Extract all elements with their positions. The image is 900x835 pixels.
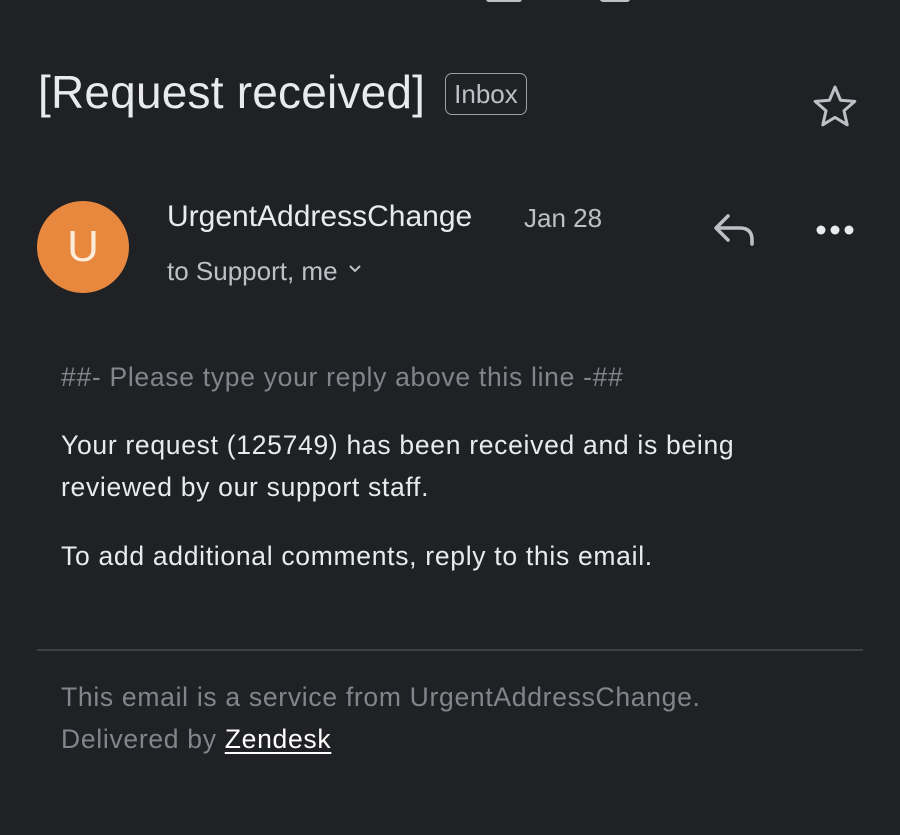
body-paragraph-1-line-1: Your request (125749) has been received … [61,430,735,460]
subject-row: [Request received] Inbox [38,62,527,122]
footer-delivered-prefix: Delivered by [61,724,225,754]
footer-service-text: This email is a service from UrgentAddre… [61,682,701,712]
email-subject: [Request received] [38,66,426,118]
recipients-toggle[interactable]: to Support, me [167,254,362,288]
star-icon[interactable] [811,82,859,130]
more-options-icon[interactable] [810,212,860,248]
reply-icon[interactable] [708,208,760,252]
recipients-text: to Support, me [167,256,338,286]
back-arrow-icon[interactable] [50,0,66,2]
body-paragraph-2: To add additional comments, reply to thi… [61,541,653,571]
inbox-label-badge[interactable]: Inbox [445,73,527,115]
top-toolbar [0,0,900,6]
footer-delivered-line: Delivered by Zendesk [61,718,861,760]
body-paragraph-1: Your request (125749) has been received … [61,424,861,508]
email-footer: This email is a service from UrgentAddre… [61,676,861,760]
sender-avatar[interactable]: U [37,201,129,293]
mark-unread-icon[interactable] [600,0,630,2]
body-paragraph-1-line-2: reviewed by our support staff. [61,472,430,502]
divider [37,649,863,651]
email-view: [Request received] Inbox U UrgentAddress… [0,0,900,835]
reply-above-line-text: ##- Please type your reply above this li… [61,362,624,392]
sent-date: Jan 28 [524,203,603,233]
chevron-down-icon [348,265,361,273]
archive-icon[interactable] [486,0,522,2]
avatar-letter: U [67,222,99,271]
zendesk-link[interactable]: Zendesk [225,724,332,754]
sender-name: UrgentAddressChange [167,200,473,233]
